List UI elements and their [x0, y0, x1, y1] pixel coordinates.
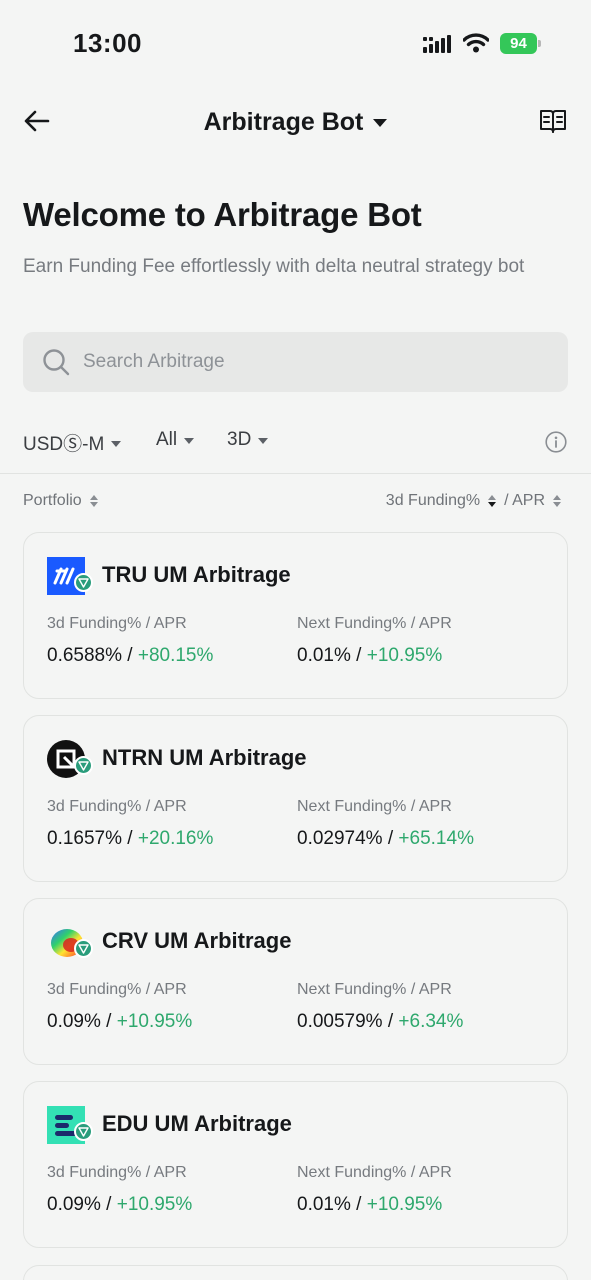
funding-next-label: Next Funding% / APR	[297, 798, 452, 815]
battery-tip	[538, 40, 541, 47]
apr-value: +80.15%	[137, 645, 214, 666]
card-title: CRV UM Arbitrage	[102, 928, 292, 953]
scope-filter[interactable]: All	[156, 429, 195, 451]
token-badge-icon	[74, 1122, 93, 1141]
funding-next-value: 0.02974% / +65.14%	[297, 828, 474, 850]
page-subtitle: Earn Funding Fee effortlessly with delta…	[23, 256, 525, 277]
sort-funding-label: 3d Funding%	[385, 492, 481, 509]
sort-funding[interactable]: 3d Funding% / APR	[386, 492, 561, 510]
funding-3d-value: 0.1657% / +20.16%	[47, 828, 213, 850]
sort-icon	[89, 495, 98, 507]
margin-filter[interactable]: USDⓈ-M	[23, 429, 122, 456]
search-bar[interactable]	[23, 332, 568, 392]
nav-title: Arbitrage Bot	[203, 107, 364, 136]
funding-next-label: Next Funding% / APR	[297, 1164, 452, 1181]
funding-rate: 0.09% /	[47, 1194, 117, 1215]
funding-next: Next Funding% / APR 0.00579% / +6.34%	[297, 981, 463, 1033]
funding-next: Next Funding% / APR 0.01% / +10.95%	[297, 1164, 452, 1216]
period-filter-label: 3D	[227, 429, 252, 450]
funding-3d-value: 0.6588% / +80.15%	[47, 645, 213, 667]
info-icon[interactable]	[545, 431, 567, 453]
scope-filter-label: All	[156, 429, 178, 450]
search-icon	[43, 349, 70, 376]
arbitrage-card[interactable]	[23, 1265, 568, 1280]
funding-3d-label: 3d Funding% / APR	[47, 1164, 187, 1181]
apr-value: +65.14%	[398, 828, 474, 849]
funding-3d: 3d Funding% / APR 0.09% / +10.95%	[47, 981, 192, 1033]
funding-3d: 3d Funding% / APR 0.09% / +10.95%	[47, 1164, 192, 1216]
funding-rate: 0.6588% /	[47, 645, 138, 666]
funding-next: Next Funding% / APR 0.02974% / +65.14%	[297, 798, 474, 850]
apr-value: +20.16%	[137, 828, 214, 849]
page-title: Welcome to Arbitrage Bot	[23, 196, 422, 233]
status-time: 13:00	[73, 28, 142, 58]
wifi-icon	[463, 33, 489, 53]
funding-rate: 0.09% /	[47, 1011, 117, 1032]
book-icon[interactable]	[539, 108, 567, 134]
funding-rate: 0.01% /	[297, 1194, 367, 1215]
funding-rate: 0.02974% /	[297, 828, 399, 849]
funding-rate: 0.01% /	[297, 645, 367, 666]
funding-3d-value: 0.09% / +10.95%	[47, 1194, 192, 1216]
funding-3d: 3d Funding% / APR 0.6588% / +80.15%	[47, 615, 213, 667]
arbitrage-card[interactable]: EDU UM Arbitrage 3d Funding% / APR 0.09%…	[23, 1081, 568, 1248]
card-title: NTRN UM Arbitrage	[102, 745, 307, 770]
margin-filter-label: USDⓈ-M	[23, 434, 105, 455]
status-bar: 13:00 94	[0, 0, 591, 88]
card-title: TRU UM Arbitrage	[102, 562, 291, 587]
bot-type-selector[interactable]: Arbitrage Bot	[0, 104, 591, 140]
funding-rate: 0.00579% /	[297, 1011, 399, 1032]
divider	[0, 473, 591, 474]
caret-down-icon	[258, 438, 269, 444]
token-badge-icon	[74, 939, 93, 958]
token-badge-icon	[74, 756, 93, 775]
caret-down-icon	[373, 119, 388, 127]
funding-3d-label: 3d Funding% / APR	[47, 798, 187, 815]
apr-value: +10.95%	[366, 645, 443, 666]
funding-next-value: 0.01% / +10.95%	[297, 1194, 452, 1216]
arbitrage-card[interactable]: TRU UM Arbitrage 3d Funding% / APR 0.658…	[23, 532, 568, 699]
cellular-signal-icon	[423, 35, 451, 53]
sort-portfolio-label: Portfolio	[23, 492, 82, 509]
sort-portfolio[interactable]: Portfolio	[23, 492, 98, 510]
battery-level: 94	[510, 35, 527, 52]
funding-3d-value: 0.09% / +10.95%	[47, 1011, 192, 1033]
arbitrage-card[interactable]: CRV UM Arbitrage 3d Funding% / APR 0.09%…	[23, 898, 568, 1065]
funding-3d-label: 3d Funding% / APR	[47, 981, 187, 998]
funding-next-label: Next Funding% / APR	[297, 981, 452, 998]
funding-3d: 3d Funding% / APR 0.1657% / +20.16%	[47, 798, 213, 850]
funding-3d-label: 3d Funding% / APR	[47, 615, 187, 632]
apr-value: +10.95%	[366, 1194, 443, 1215]
token-badge-icon	[74, 573, 93, 592]
funding-next-value: 0.00579% / +6.34%	[297, 1011, 463, 1033]
funding-rate: 0.1657% /	[47, 828, 138, 849]
search-input[interactable]	[83, 332, 553, 392]
sort-apr-label: / APR	[504, 492, 545, 509]
page: 13:00 94 Arbitrage Bot Welcome to Arbitr…	[0, 0, 591, 1280]
battery-indicator: 94	[500, 33, 542, 54]
funding-next: Next Funding% / APR 0.01% / +10.95%	[297, 615, 452, 667]
funding-next-value: 0.01% / +10.95%	[297, 645, 452, 667]
arbitrage-card[interactable]: NTRN UM Arbitrage 3d Funding% / APR 0.16…	[23, 715, 568, 882]
apr-value: +10.95%	[116, 1011, 193, 1032]
apr-value: +10.95%	[116, 1194, 193, 1215]
caret-down-icon	[111, 440, 122, 447]
sort-icon	[553, 495, 561, 507]
caret-down-icon	[184, 438, 195, 444]
card-title: EDU UM Arbitrage	[102, 1111, 292, 1136]
apr-value: +6.34%	[398, 1011, 464, 1032]
period-filter[interactable]: 3D	[227, 429, 269, 451]
funding-next-label: Next Funding% / APR	[297, 615, 452, 632]
sort-icon	[488, 495, 497, 507]
